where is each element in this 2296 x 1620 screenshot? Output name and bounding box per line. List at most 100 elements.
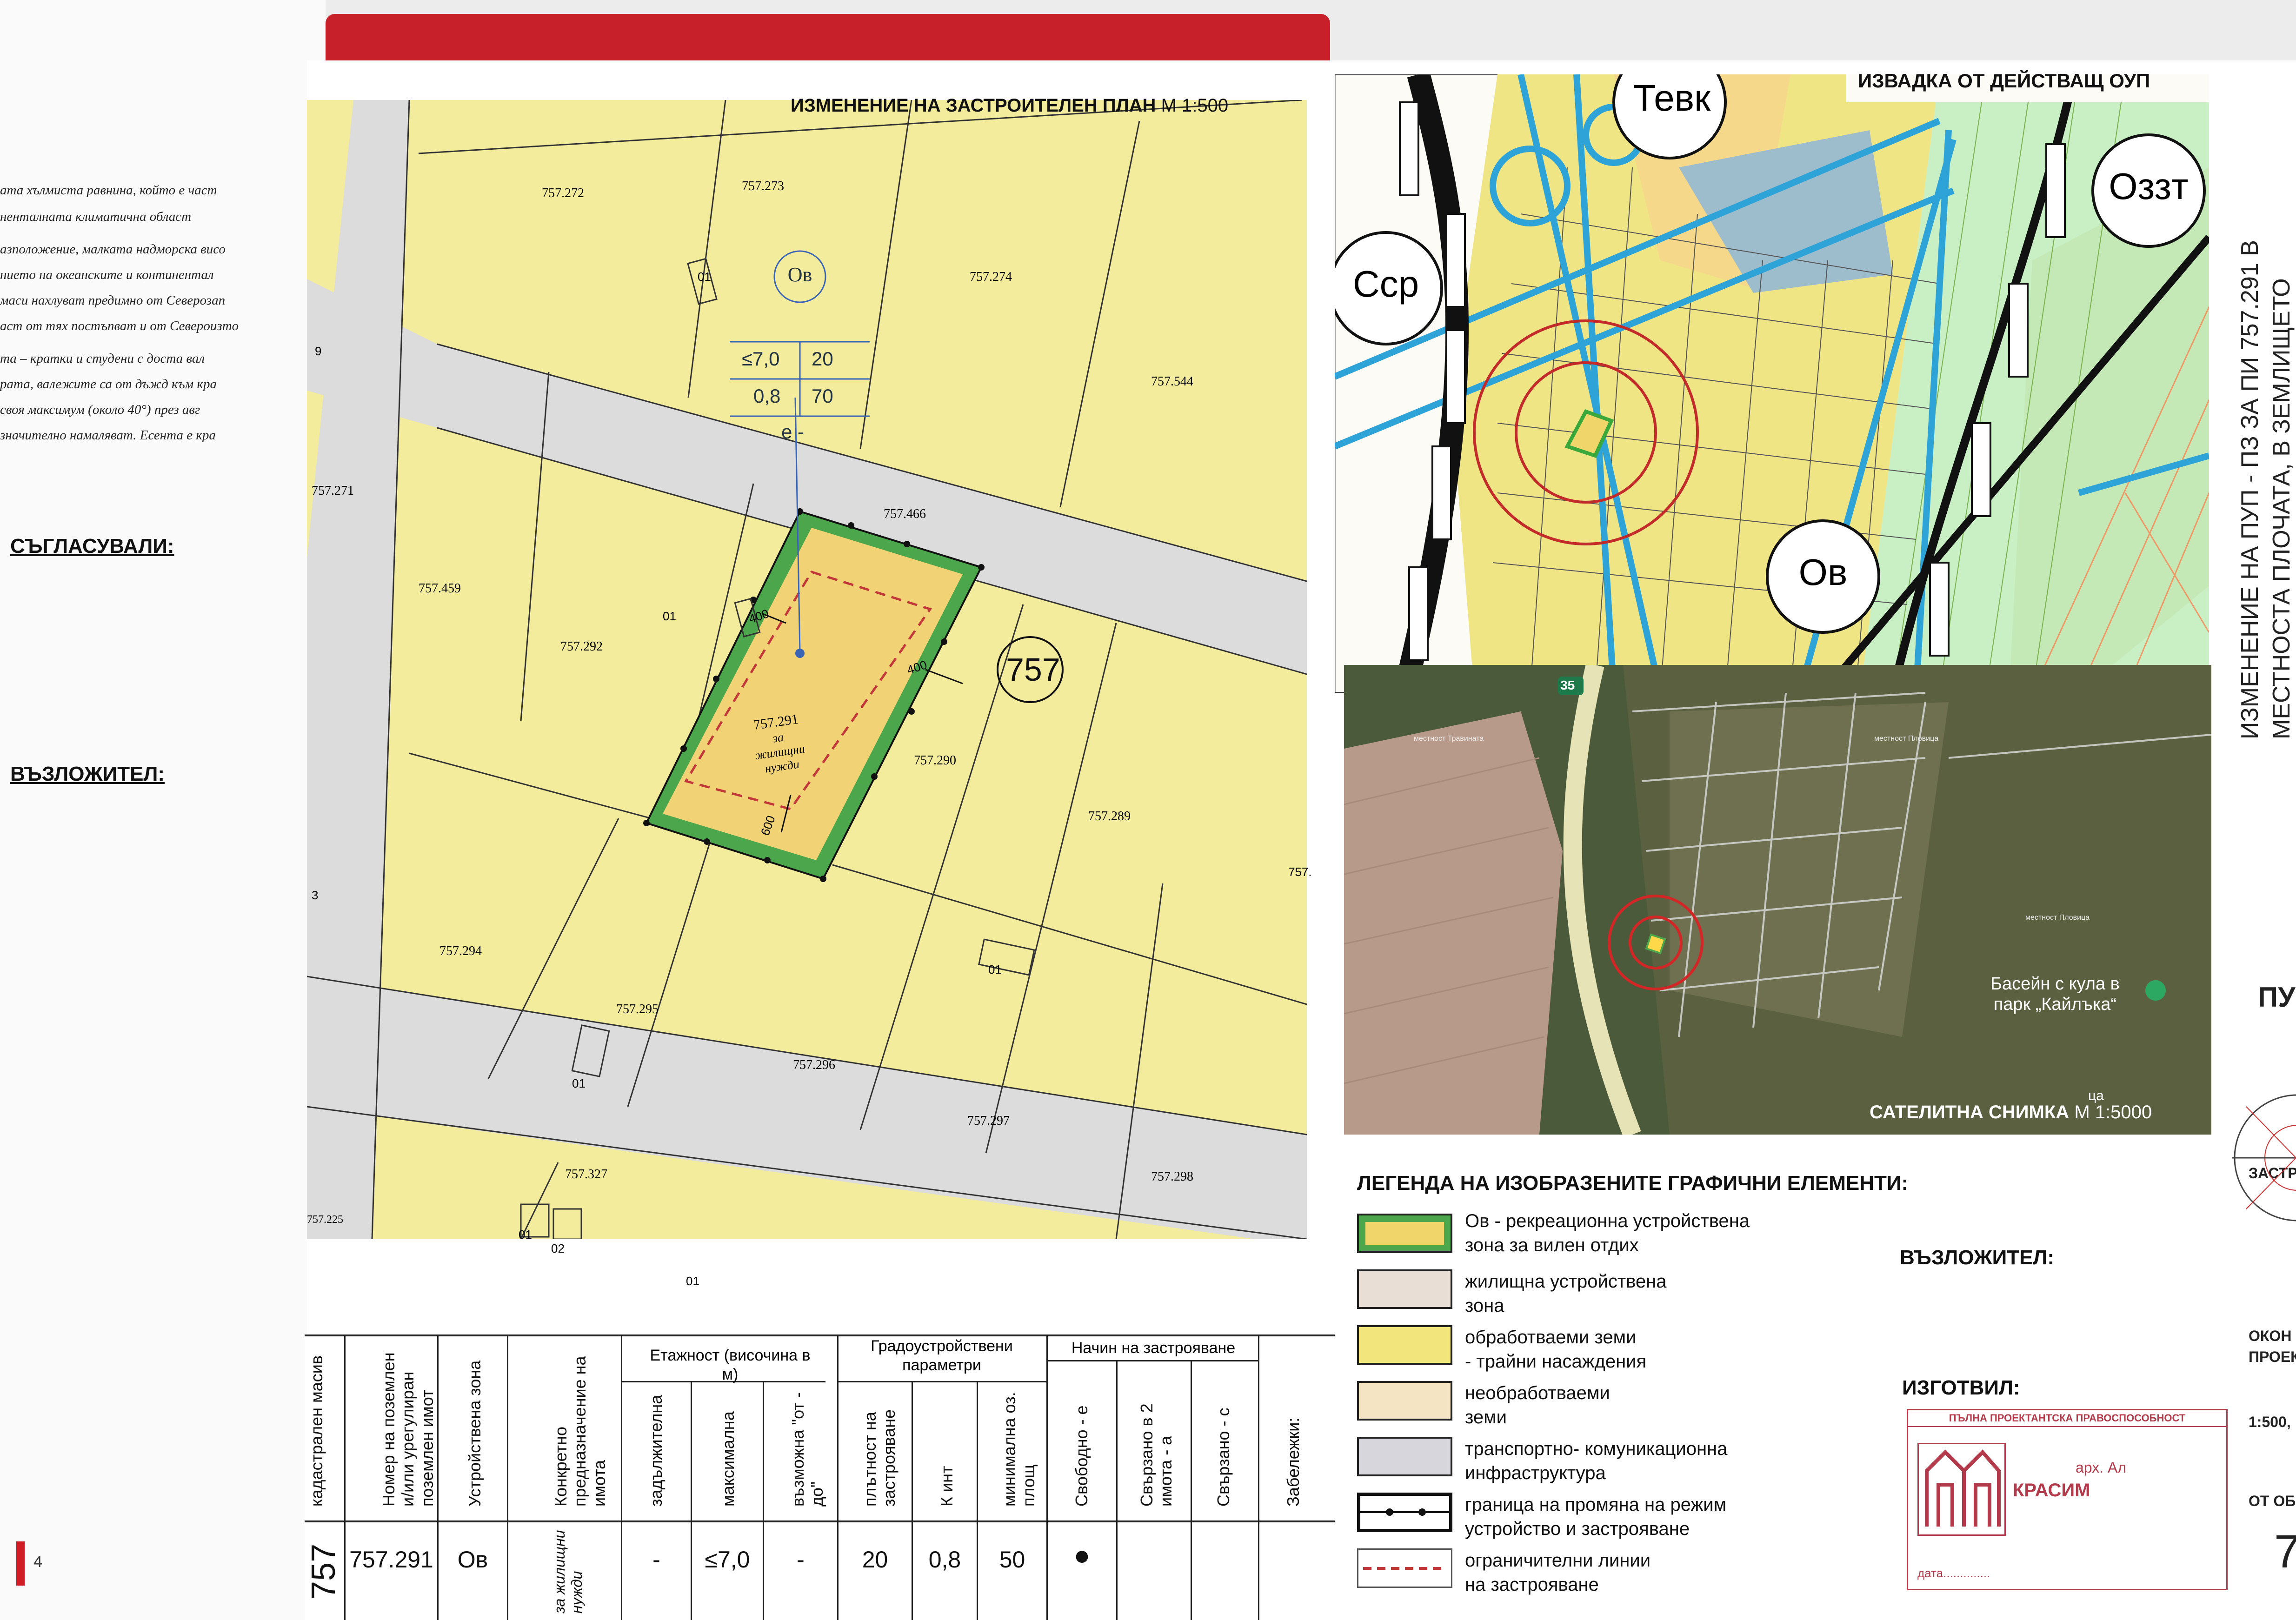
table-cell-max: ≤7,0	[705, 1547, 750, 1573]
oup-title: ИЗВАДКА ОТ ДЕЙСТВАЩ ОУП	[1858, 70, 2150, 92]
stamp-line: арх. Ал	[2076, 1459, 2127, 1476]
text-line: своя максимум (около 40°) през авг	[0, 402, 200, 417]
legend-title: ЛЕГЕНДА НА ИЗОБРАЗЕНИТЕ ГРАФИЧНИ ЕЛЕМЕНТ…	[1357, 1172, 1909, 1195]
tiny-map-label: ца	[2088, 1088, 2104, 1103]
edge-fragment: ПУ	[2258, 982, 2296, 1013]
table-cell-green: 50	[999, 1547, 1025, 1573]
assignor-right-label: ВЪЗЛОЖИТЕЛ:	[1900, 1246, 2054, 1269]
table-cell-zone: Ов	[457, 1547, 488, 1573]
building-label: 01	[519, 1228, 532, 1242]
table-cell-kint: 0,8	[928, 1547, 961, 1573]
parcel-label: 757.297	[967, 1114, 1010, 1128]
table-header: Свързано в 2 имота - а	[1137, 1403, 1176, 1507]
road-number: 35	[1560, 678, 1575, 692]
edge-fragment: 757.	[1288, 865, 1312, 879]
zone-label-tevk: Тевк	[1633, 77, 1711, 119]
table-header: Забележки:	[1284, 1417, 1303, 1507]
zone-label-ssr: Сср	[1352, 263, 1419, 305]
zone-label-ov: Ов	[1798, 551, 1848, 593]
prepared-label: ИЗГОТВИЛ:	[1902, 1376, 2020, 1399]
table-header: Номер на поземлен и/или урегулиран позем…	[379, 1352, 437, 1507]
parcel-label: 757.290	[914, 753, 956, 768]
table-cell-parcel: 757.291	[349, 1547, 433, 1573]
edge-fragment: 7	[2274, 1526, 2296, 1578]
text-line: та – кратки и студени с доста вал	[0, 351, 205, 366]
table-header: Устройствена зона	[465, 1360, 484, 1507]
folder-edge	[326, 14, 1330, 65]
text-line: нието на океанските и континентал	[0, 267, 214, 282]
stamp-line: КРАСИМ	[2013, 1480, 2090, 1500]
parcel-label: 757.274	[970, 270, 1012, 284]
parcel-label: 757.295	[616, 1002, 659, 1016]
left-page: ата хълмиста равнина, който е част нента…	[0, 0, 326, 1620]
table-header: плътност на застрояване	[860, 1409, 899, 1507]
page-number: 4	[33, 1553, 42, 1571]
satellite-title: САТЕЛИТНА СНИМКА М 1:5000	[1870, 1102, 2152, 1122]
plan-title: ИЗМЕНЕНИЕ НА ЗАСТРОИТЕЛЕН ПЛАН М 1:500	[791, 95, 1229, 116]
legend-item: жилищна устройствена зона	[1465, 1271, 1667, 1316]
table-cell-possible: -	[797, 1547, 805, 1573]
page-marker	[16, 1541, 25, 1586]
table-header: Конкретно предназначение на имота	[551, 1356, 609, 1507]
parcel-label: 757.289	[1088, 809, 1131, 823]
table-header: задължителна	[646, 1394, 666, 1507]
tiny-map-label: местност Пловица	[1874, 735, 1939, 743]
table-header: Свободно - е	[1072, 1405, 1091, 1507]
poi-label: Басейн с кула в парк „Кайлъка“	[1990, 974, 2120, 1014]
table-cell-free: ●	[1073, 1540, 1091, 1571]
compass-fragment	[2232, 1094, 2296, 1222]
parcel-label: 757.271	[312, 484, 354, 498]
stamp-logo	[1917, 1443, 2006, 1536]
table-cell-density: 20	[862, 1547, 888, 1573]
zone-card-density: 20	[812, 348, 833, 370]
subject-parcel-label: 757.291 за жилищни нужди	[752, 711, 806, 776]
building-label: 01	[698, 270, 711, 284]
text-line: ата хълмиста равнина, който е част	[0, 183, 217, 198]
legend-swatch-uncultivated	[1357, 1381, 1452, 1421]
zone-label-ozzt: Оззт	[2109, 166, 2189, 207]
legend-swatch-residential	[1357, 1269, 1452, 1309]
edge-fragment: 9	[315, 344, 322, 358]
parcel-label: 757.544	[1151, 374, 1193, 389]
table-header-group: Градоустройствени параметри	[871, 1337, 1013, 1374]
legend-item: Ов - рекреационна устройствена зона за ви…	[1465, 1211, 1750, 1255]
edge-fragment: ОТ ОБ	[2249, 1493, 2296, 1509]
edge-fragment: 1:500,	[2249, 1414, 2291, 1430]
text-line: ненталната климатична област	[0, 209, 192, 224]
text-line: значително намаляват. Есента е кра	[0, 428, 216, 443]
tiny-map-label: местност Травината	[1414, 735, 1484, 743]
table-header: възможна "от - до"	[788, 1392, 827, 1507]
parcel-label: 757.327	[565, 1167, 607, 1182]
zone-card-mode: е -	[781, 421, 805, 443]
parcel-label: 757.225	[307, 1214, 343, 1226]
legend-swatch-boundary	[1356, 1491, 1454, 1534]
text-line: азположение, малката надморска висо	[0, 242, 226, 257]
parcel-label: 757.292	[560, 639, 603, 654]
assignor-label: ВЪЗЛОЖИТЕЛ:	[10, 763, 165, 785]
legend-item: транспортно- комуникационна инфраструктур…	[1465, 1439, 1728, 1483]
legend-swatch-cultivated	[1357, 1325, 1452, 1365]
parcel-label: 757.466	[884, 507, 926, 521]
zone-card-green: 70	[812, 385, 833, 407]
building-label: 01	[988, 963, 1002, 976]
parcel-label: 757.296	[793, 1058, 835, 1072]
table-header-group: Начин на застрояване	[1071, 1339, 1236, 1357]
text-line: аст от тях постъпват и от Североизто	[0, 319, 239, 333]
legend-item: необработваеми земи	[1465, 1383, 1610, 1427]
vertical-title: ИЗМЕНЕНИЕ НА ПУП - ПЗ ЗА ПИ 757.291 В МЕС…	[2236, 240, 2295, 739]
stamp-header: ПЪЛНА ПРОЕКТАНТСКА ПРАВОСПОСОБНОСТ	[1908, 1410, 2226, 1427]
block-number: 757	[1006, 651, 1060, 688]
designer-stamp: ПЪЛНА ПРОЕКТАНТСКА ПРАВОСПОСОБНОСТ арх. …	[1907, 1409, 2228, 1590]
table-header: кадастрален масив	[307, 1355, 326, 1507]
parcel-label: 757.294	[439, 944, 482, 958]
edge-fragment: 3	[312, 888, 319, 902]
edge-fragment: ПРОЕК	[2249, 1348, 2296, 1365]
text-line: маси нахлуват предимно от Северозап	[0, 293, 226, 308]
legend-item: граница на промяна на режим устройство и …	[1465, 1494, 1727, 1539]
table-header: Свързано - с	[1214, 1408, 1233, 1507]
legend-item: обработваеми земи - трайни насаждения	[1465, 1327, 1647, 1372]
stamp-date: дата..............	[1917, 1566, 1990, 1580]
legend-item: ограничителни линии на застрояване	[1465, 1550, 1651, 1595]
parcel-label: 757.298	[1151, 1169, 1193, 1184]
zone-card-height: ≤7,0	[742, 348, 780, 370]
